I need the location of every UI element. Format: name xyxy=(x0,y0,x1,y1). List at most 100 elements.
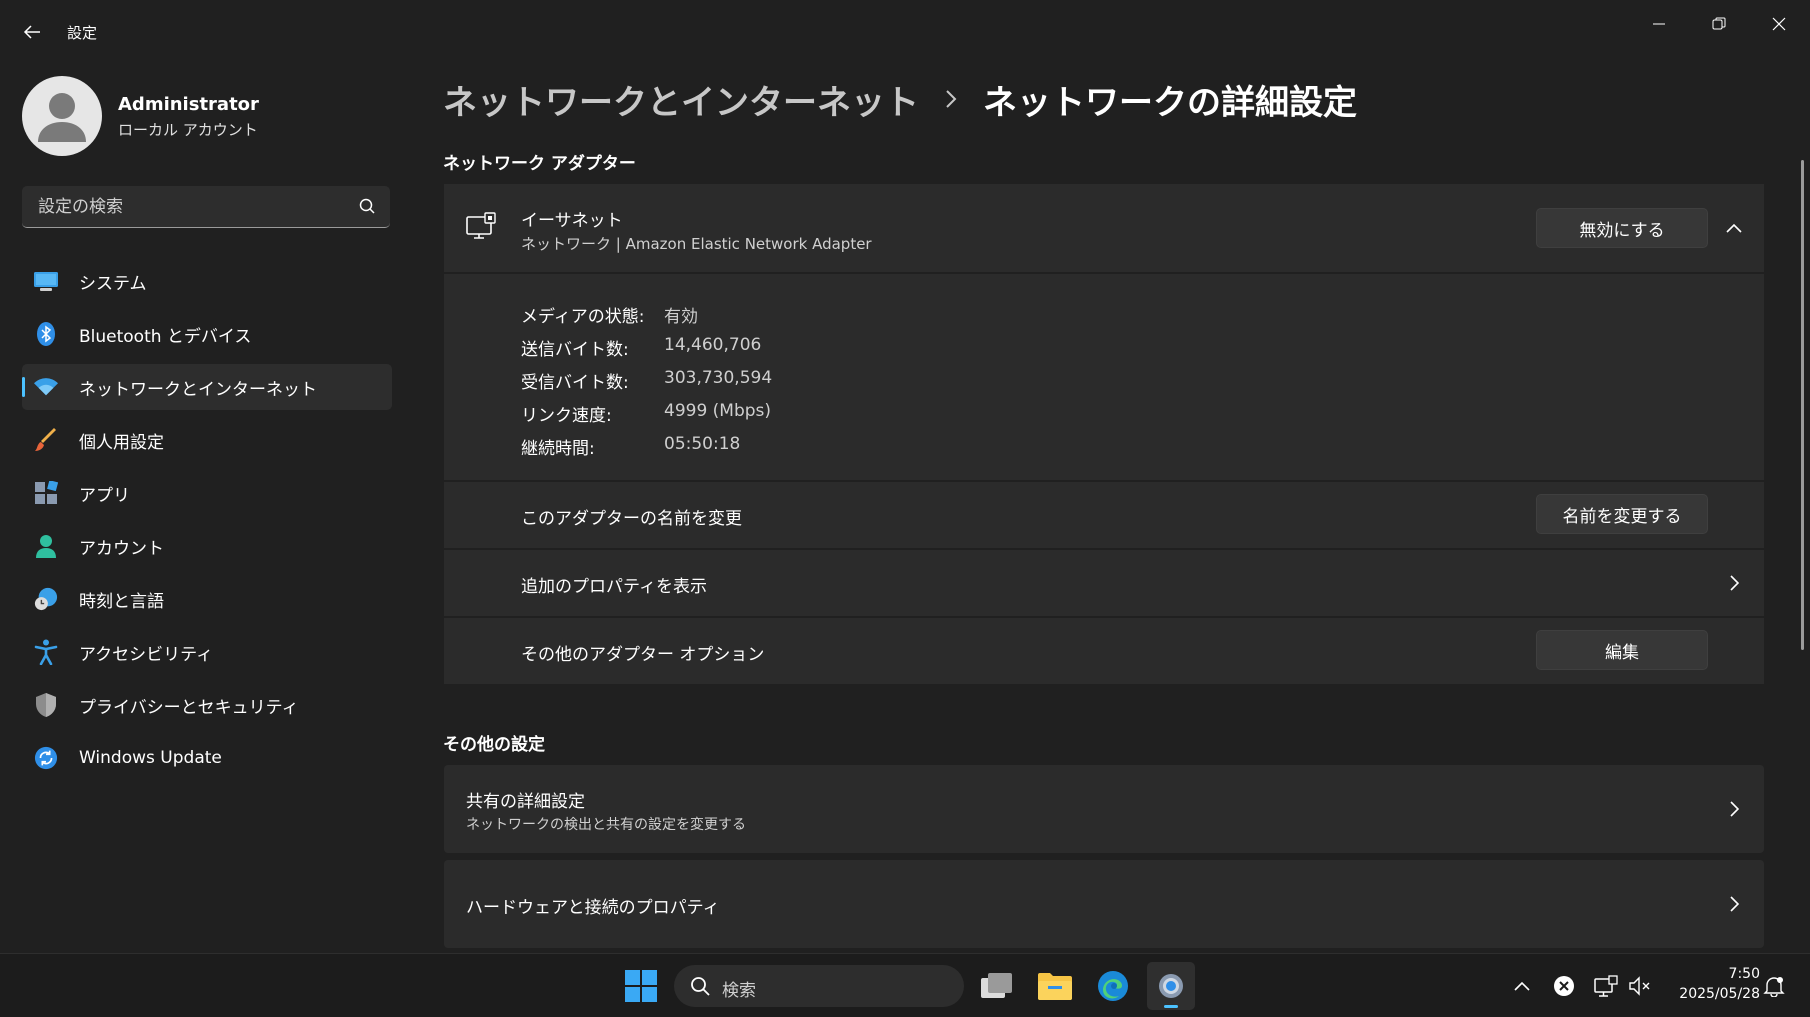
sidebar-item-label: アカウント xyxy=(79,538,164,559)
advanced-sharing-settings-row[interactable]: 共有の詳細設定 ネットワークの検出と共有の設定を変更する xyxy=(444,765,1764,853)
back-arrow-icon xyxy=(23,25,40,39)
title-bar: 設定 xyxy=(0,0,1810,62)
rename-adapter-button[interactable]: 名前を変更する xyxy=(1536,494,1708,534)
clock-date: 2025/05/28 xyxy=(1679,986,1760,1002)
rename-adapter-row: このアダプターの名前を変更 名前を変更する xyxy=(444,482,1764,548)
tray-error-button[interactable] xyxy=(1551,973,1577,999)
section-title-other-settings: その他の設定 xyxy=(443,735,545,755)
sidebar-item-accessibility[interactable]: アクセシビリティ xyxy=(22,629,392,675)
folder-icon xyxy=(1038,973,1072,1000)
ethernet-header[interactable]: イーサネット ネットワーク | Amazon Elastic Network A… xyxy=(444,184,1764,272)
brush-icon xyxy=(34,428,58,452)
settings-app-button[interactable] xyxy=(1147,962,1195,1010)
bluetooth-icon xyxy=(34,322,58,346)
property-value: 4999 (Mbps) xyxy=(664,401,772,421)
system-clock[interactable]: 7:50 2025/05/28 xyxy=(1660,964,1760,1004)
sidebar-item-apps[interactable]: アプリ xyxy=(22,470,392,516)
sidebar-item-label: アプリ xyxy=(79,485,130,506)
task-view-button[interactable] xyxy=(973,962,1021,1010)
active-app-indicator xyxy=(1164,1005,1178,1008)
clock-time: 7:50 xyxy=(1728,966,1760,982)
user-avatar-icon xyxy=(38,93,86,142)
property-value: 05:50:18 xyxy=(664,434,741,454)
vertical-scrollbar[interactable] xyxy=(1801,160,1804,650)
disable-adapter-button[interactable]: 無効にする xyxy=(1536,208,1708,248)
volume-button[interactable] xyxy=(1627,973,1653,999)
property-label: 継続時間: xyxy=(521,439,595,459)
settings-window: 設定 Administrator ローカル アカウント 設定の検索 システム B… xyxy=(0,0,1810,953)
shield-icon xyxy=(34,693,58,717)
ethernet-name: イーサネット xyxy=(521,211,623,231)
other-adapter-options-row: その他のアダプター オプション 編集 xyxy=(444,618,1764,684)
taskbar: 検索 7:50 2025/05/28 xyxy=(0,953,1810,1017)
breadcrumb: ネットワークとインターネット ネットワークの詳細設定 xyxy=(443,74,1357,124)
taskbar-search[interactable]: 検索 xyxy=(674,965,964,1007)
notification-bell-icon xyxy=(1763,977,1785,997)
ethernet-adapter-card: イーサネット ネットワーク | Amazon Elastic Network A… xyxy=(444,184,1764,684)
app-title: 設定 xyxy=(67,24,98,42)
task-view-icon xyxy=(981,973,1012,998)
advanced-sharing-title: 共有の詳細設定 xyxy=(466,792,585,812)
adapter-properties: メディアの状態: 有効 送信バイト数: 14,460,706 受信バイト数: 3… xyxy=(444,274,1764,464)
breadcrumb-parent[interactable]: ネットワークとインターネット xyxy=(443,75,919,124)
chevron-right-icon xyxy=(1724,894,1744,914)
property-label: リンク速度: xyxy=(521,406,612,426)
page-title: ネットワークの詳細設定 xyxy=(983,82,1357,123)
chevron-up-icon xyxy=(1514,981,1530,991)
search-icon xyxy=(691,977,710,996)
sidebar-item-label: システム xyxy=(79,273,147,294)
settings-search-input[interactable] xyxy=(36,186,340,228)
user-profile[interactable]: Administrator ローカル アカウント xyxy=(22,76,402,156)
close-button[interactable] xyxy=(1750,6,1808,42)
speaker-muted-icon xyxy=(1629,976,1650,996)
more-properties-label: 追加のプロパティを表示 xyxy=(521,577,707,597)
section-title-adapters: ネットワーク アダプター xyxy=(443,154,636,174)
account-icon xyxy=(34,534,58,558)
sidebar-item-time-language[interactable]: 時刻と言語 xyxy=(22,576,392,622)
gear-icon xyxy=(1159,974,1183,998)
sidebar-item-label: プライバシーとセキュリティ xyxy=(79,697,299,718)
network-status-button[interactable] xyxy=(1593,973,1619,999)
ethernet-icon xyxy=(466,212,496,246)
wifi-icon xyxy=(34,375,58,399)
chevron-right-icon xyxy=(945,89,957,109)
more-properties-row[interactable]: 追加のプロパティを表示 xyxy=(444,550,1764,616)
restore-button[interactable] xyxy=(1690,6,1748,42)
close-icon xyxy=(1772,17,1786,31)
taskbar-search-label: 検索 xyxy=(722,981,756,1001)
property-label: 送信バイト数: xyxy=(521,340,629,360)
sidebar-item-personalization[interactable]: 個人用設定 xyxy=(22,417,392,463)
sidebar-item-label: Windows Update xyxy=(79,748,222,768)
notification-center-button[interactable] xyxy=(1761,973,1787,999)
edit-adapter-options-button[interactable]: 編集 xyxy=(1536,630,1708,670)
edge-icon xyxy=(1098,971,1128,1001)
rename-adapter-label: このアダプターの名前を変更 xyxy=(521,509,742,529)
account-type: ローカル アカウント xyxy=(118,121,258,139)
start-button[interactable] xyxy=(617,962,665,1010)
hardware-properties-title: ハードウェアと接続のプロパティ xyxy=(466,898,720,918)
search-icon[interactable] xyxy=(358,197,376,215)
sidebar-item-accounts[interactable]: アカウント xyxy=(22,523,392,569)
sidebar-item-privacy[interactable]: プライバシーとセキュリティ xyxy=(22,682,392,728)
show-hidden-icons-button[interactable] xyxy=(1509,973,1535,999)
ethernet-description: ネットワーク | Amazon Elastic Network Adapter xyxy=(521,235,872,253)
back-button[interactable] xyxy=(18,18,46,46)
sidebar-item-windows-update[interactable]: Windows Update xyxy=(22,735,392,781)
sidebar-item-network[interactable]: ネットワークとインターネット xyxy=(22,364,392,410)
update-icon xyxy=(34,746,58,770)
time-language-icon xyxy=(34,587,58,611)
sidebar-item-label: Bluetooth とデバイス xyxy=(79,326,252,347)
minimize-button[interactable] xyxy=(1630,6,1688,42)
edge-browser-button[interactable] xyxy=(1089,962,1137,1010)
chevron-right-icon xyxy=(1724,799,1744,819)
hardware-connection-properties-row[interactable]: ハードウェアと接続のプロパティ xyxy=(444,860,1764,948)
settings-search-box xyxy=(22,186,390,228)
chevron-up-icon[interactable] xyxy=(1724,218,1744,238)
user-name: Administrator xyxy=(118,94,259,115)
file-explorer-button[interactable] xyxy=(1031,962,1079,1010)
sidebar-nav: システム Bluetooth とデバイス ネットワークとインターネット 個人用設… xyxy=(22,258,392,788)
minimize-icon xyxy=(1653,23,1665,25)
sidebar-item-system[interactable]: システム xyxy=(22,258,392,304)
property-value: 有効 xyxy=(664,307,698,327)
sidebar-item-bluetooth[interactable]: Bluetooth とデバイス xyxy=(22,311,392,357)
